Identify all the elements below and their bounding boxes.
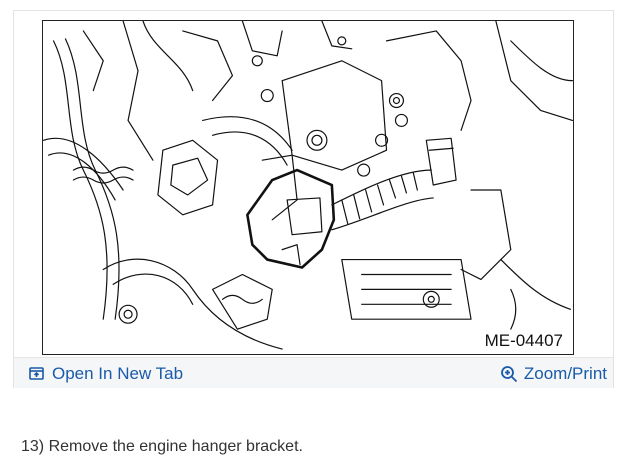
figure-code-label: ME-04407 [482, 331, 565, 351]
engine-diagram: ME-04407 [42, 20, 574, 355]
magnifier-plus-icon [500, 365, 518, 383]
instruction-step: 13) Remove the engine hanger bracket. [21, 438, 303, 455]
open-in-new-tab-button[interactable]: Open In New Tab [28, 363, 183, 385]
zoom-print-button[interactable]: Zoom/Print [500, 363, 607, 385]
open-in-new-tab-label: Open In New Tab [52, 364, 184, 383]
illustration-card: ME-04407 Open In New Tab Zoom/Print [13, 10, 614, 388]
zoom-print-label: Zoom/Print [523, 364, 607, 383]
engine-line-art [43, 21, 573, 350]
figure-toolbar: Open In New Tab Zoom/Print [14, 357, 613, 388]
open-new-tab-icon [28, 365, 46, 383]
